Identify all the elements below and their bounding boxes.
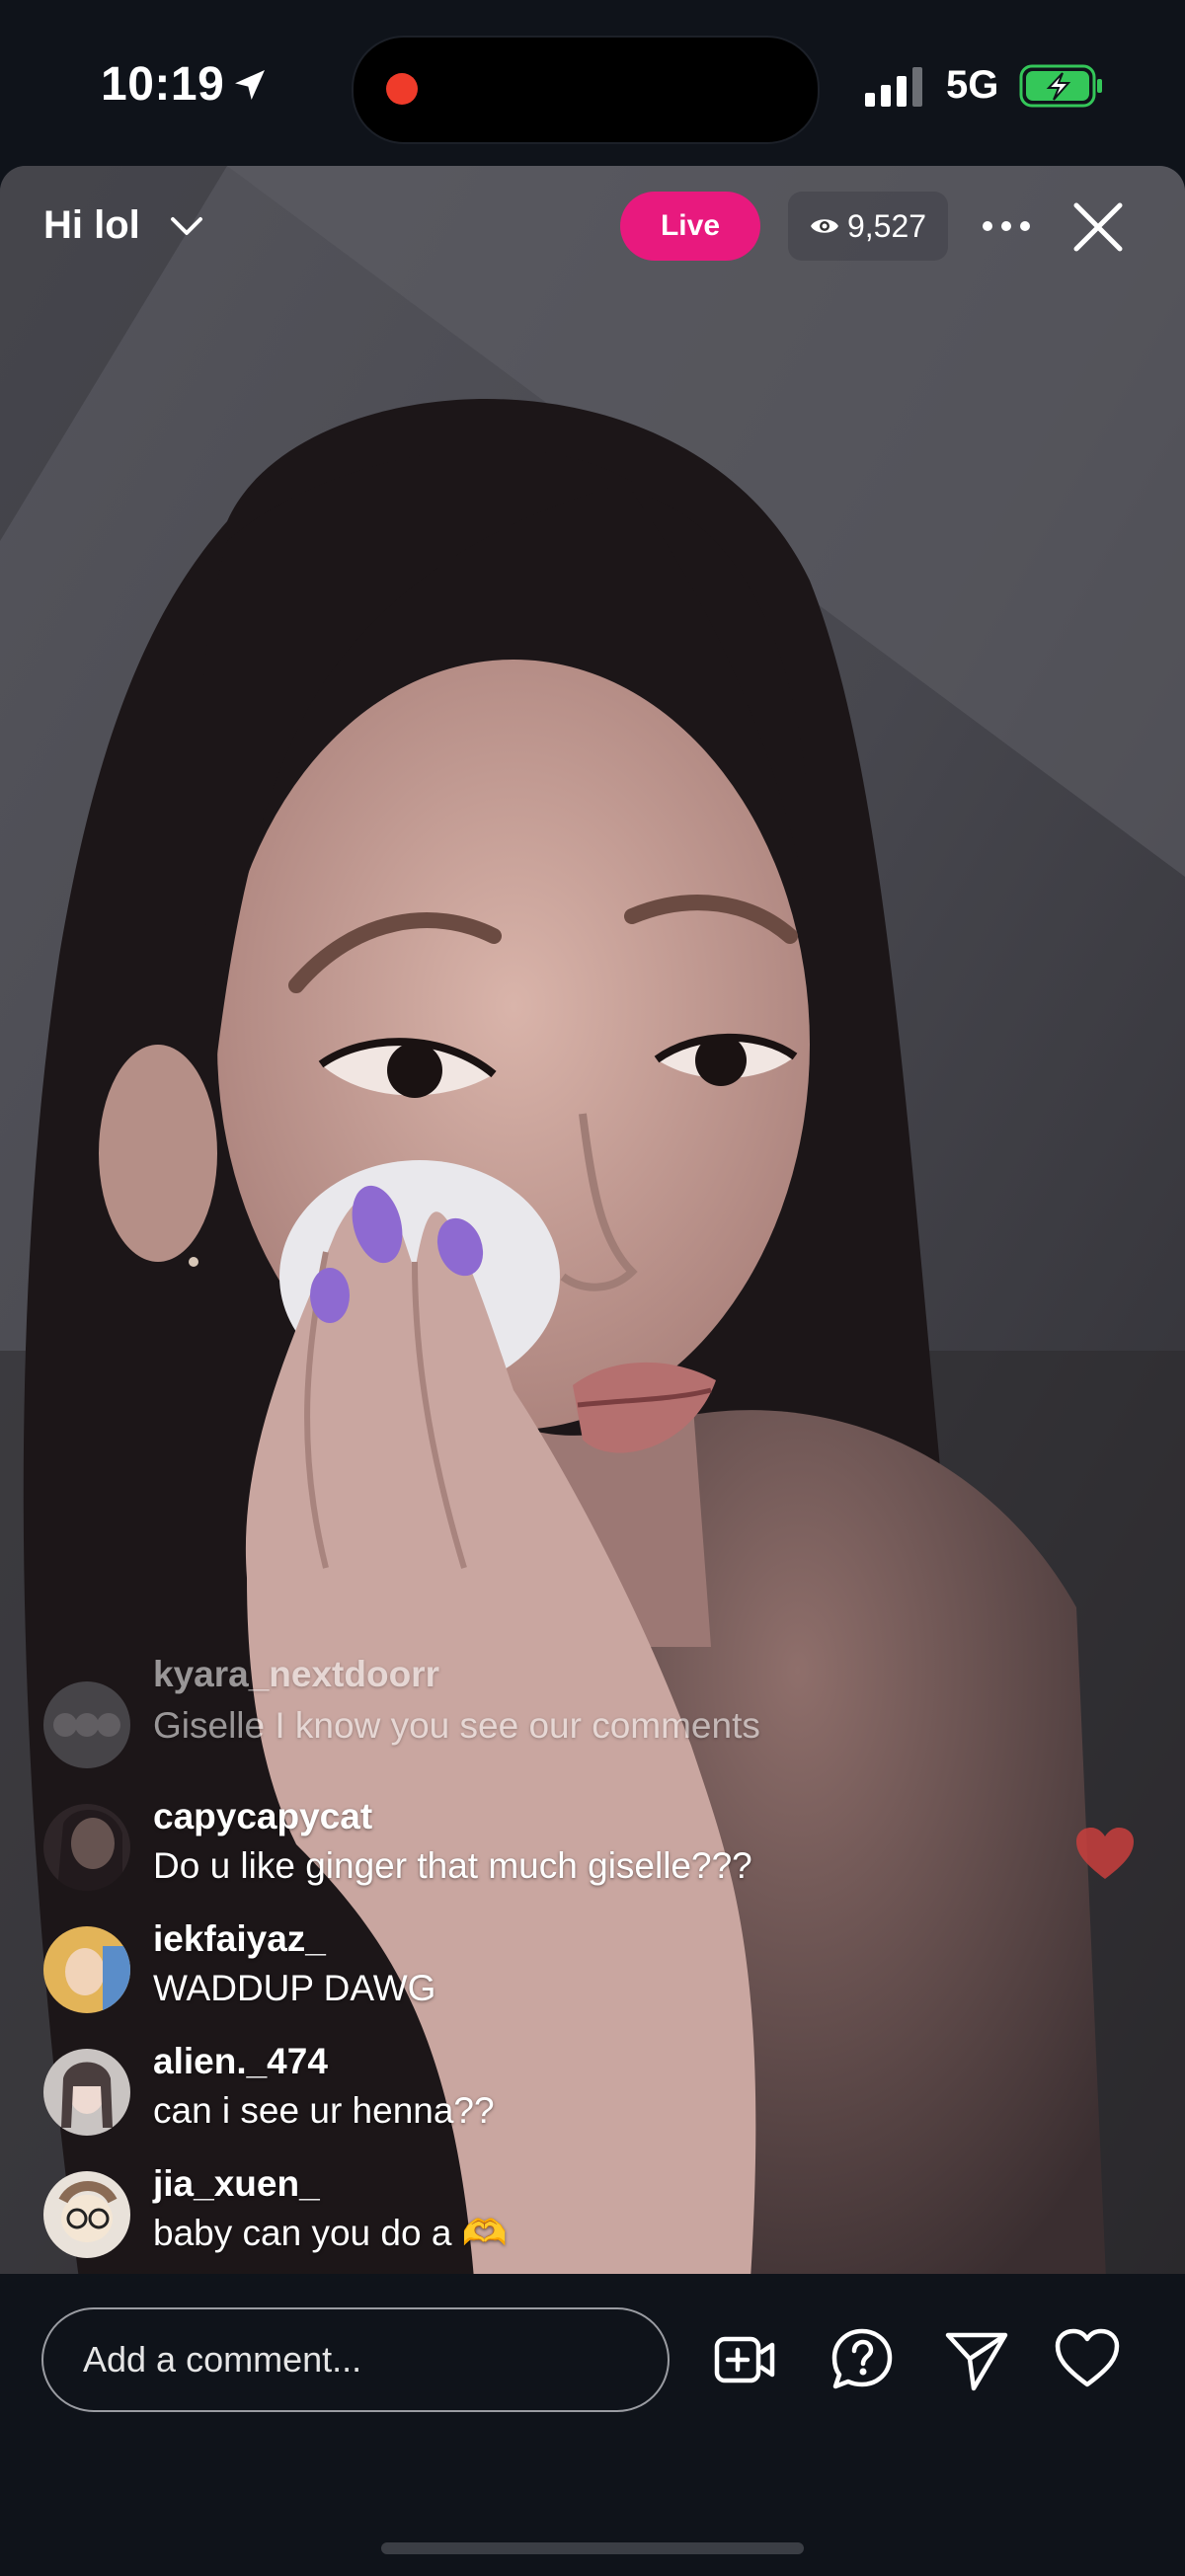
more-icon[interactable] [980,213,1033,239]
bottom-action-bar [0,2274,1185,2576]
comment-text: WADDUP DAWG [153,1968,436,2008]
avatar[interactable] [43,1681,130,1768]
avatar[interactable] [43,2049,130,2136]
dynamic-island [352,36,820,144]
comment-username[interactable]: alien._474 [153,2041,328,2082]
comment-text: baby can you do a 🫶 [153,2213,508,2255]
live-badge: Live [620,192,760,261]
question-icon[interactable] [828,2325,897,2394]
avatar[interactable] [43,1804,130,1891]
comment-item: iekfaiyaz_ WADDUP DAWG [0,1918,988,2027]
chevron-down-icon[interactable] [170,215,203,239]
comment-username[interactable]: jia_xuen_ [153,2163,320,2205]
avatar[interactable] [43,1926,130,2013]
comment-username[interactable]: capycapycat [153,1796,372,1837]
comment-text: can i see ur henna?? [153,2090,495,2131]
floating-heart-icon [1076,1828,1134,1879]
heart-hands-emoji: 🫶 [461,2213,508,2253]
viewer-count-label: 9,527 [846,207,927,244]
comment-text: Giselle I know you see our comments [153,1705,760,1746]
comment-input[interactable] [41,2307,670,2412]
add-video-guest-icon[interactable] [711,2325,780,2394]
recording-dot-icon [386,73,418,105]
comment-item: capycapycat Do u like ginger that much g… [0,1796,988,1905]
battery-charging-icon [1019,64,1102,108]
comment-username[interactable]: iekfaiyaz_ [153,1918,326,1960]
status-time: 10:19 [101,58,225,111]
avatar[interactable] [43,2171,130,2258]
eye-icon [810,219,838,233]
comment-username[interactable]: kyara_nextdoorr [153,1654,439,1695]
signal-bars-icon [865,67,922,107]
live-top-bar: Hi lol Live 9,527 [0,166,1185,294]
stream-title[interactable]: Hi lol [43,203,140,248]
comment-item: kyara_nextdoorr Giselle I know you see o… [0,1654,988,1782]
network-type: 5G [946,63,999,107]
comment-text: Do u like ginger that much giselle??? [153,1845,752,1886]
heart-icon[interactable] [1053,2325,1122,2394]
comment-item: jia_xuen_ baby can you do a 🫶 [0,2163,988,2272]
share-icon[interactable] [942,2325,1011,2394]
location-arrow-icon [235,70,265,100]
viewer-count[interactable]: 9,527 [788,192,948,261]
comment-text-body: baby can you do a [153,2213,452,2253]
close-icon[interactable] [1070,199,1126,255]
comment-item: alien._474 can i see ur henna?? [0,2041,988,2149]
status-bar: 10:19 5G [0,0,1185,163]
home-indicator[interactable] [381,2542,804,2554]
